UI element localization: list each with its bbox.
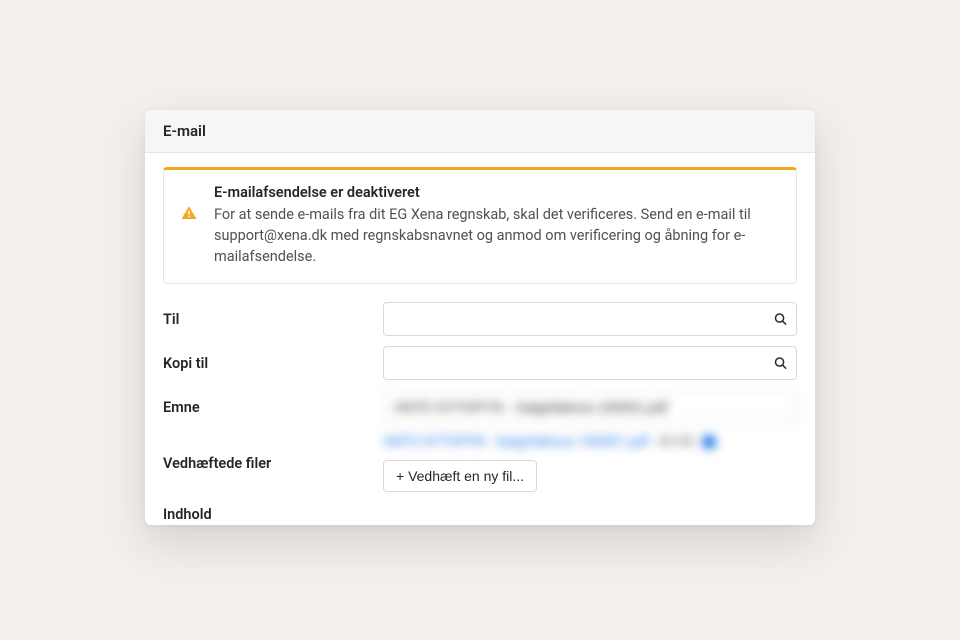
warning-title: E-mailafsendelse er deaktiveret: [214, 184, 780, 201]
modal-body: E-mailafsendelse er deaktiveret For at s…: [145, 153, 815, 523]
warning-alert: E-mailafsendelse er deaktiveret For at s…: [163, 167, 797, 284]
to-label: Til: [163, 311, 383, 328]
attachment-action-icon[interactable]: [702, 435, 716, 449]
to-row: Til: [163, 302, 797, 336]
attach-new-file-button[interactable]: + Vedhæft en ny fil...: [383, 460, 537, 492]
attachment-name[interactable]: ANTO SYTOPYN - Salgsfaktura 100001.pdf: [383, 434, 649, 450]
email-modal: E-mail E-mailafsendelse er deaktiveret F…: [145, 110, 815, 525]
search-icon[interactable]: [773, 356, 788, 371]
warning-icon: [180, 204, 198, 222]
modal-title: E-mail: [163, 122, 797, 140]
attachments-label: Vedhæftede filer: [163, 455, 383, 472]
cc-label: Kopi til: [163, 355, 383, 372]
subject-row: Emne: [163, 390, 797, 424]
content-label: Indhold: [163, 506, 383, 523]
cc-row: Kopi til: [163, 346, 797, 380]
search-icon[interactable]: [773, 312, 788, 327]
cc-input[interactable]: [383, 346, 797, 380]
subject-label: Emne: [163, 399, 383, 416]
attachments-row: Vedhæftede filer ANTO SYTOPYN - Salgsfak…: [163, 434, 797, 492]
attachment-item: ANTO SYTOPYN - Salgsfaktura 100001.pdf 4…: [383, 434, 716, 450]
attachment-size: 48 KB: [657, 434, 694, 450]
to-input[interactable]: [383, 302, 797, 336]
warning-text: E-mailafsendelse er deaktiveret For at s…: [214, 184, 780, 267]
warning-body: For at sende e-mails fra dit EG Xena reg…: [214, 204, 780, 267]
subject-input[interactable]: [383, 390, 797, 424]
content-row: Indhold: [163, 506, 797, 523]
modal-header: E-mail: [145, 110, 815, 153]
